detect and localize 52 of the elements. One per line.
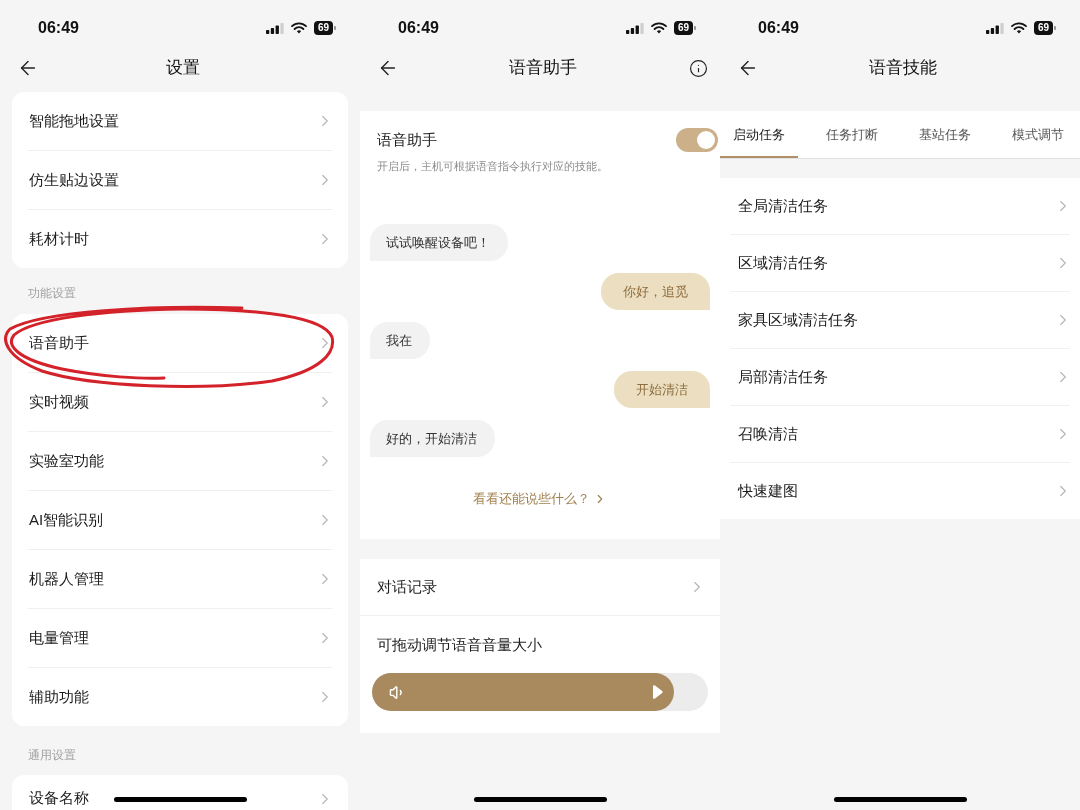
- settings-row[interactable]: 仿生贴边设置: [12, 151, 348, 209]
- skill-row[interactable]: 快速建图: [720, 463, 1080, 519]
- skill-row[interactable]: 召唤清洁: [720, 406, 1080, 462]
- settings-row[interactable]: 电量管理: [12, 609, 348, 667]
- skill-row[interactable]: 全局清洁任务: [720, 178, 1080, 234]
- device-message: 试试唤醒设备吧！: [370, 224, 508, 261]
- volume-label: 可拖动调节语音音量大小: [376, 635, 543, 654]
- info-icon: [689, 58, 708, 78]
- more-phrases-link[interactable]: 看看还能说些什么？: [473, 490, 607, 508]
- settings-row[interactable]: 实时视频: [12, 373, 348, 431]
- device-message: 好的，开始清洁: [370, 420, 495, 457]
- settings-row[interactable]: 实验室功能: [12, 432, 348, 490]
- tab[interactable]: 启动任务: [720, 111, 798, 158]
- user-message: 你好，追觅: [601, 273, 710, 310]
- status-time: 06:49: [38, 20, 79, 36]
- screen-title: 设置: [165, 57, 200, 79]
- battery-indicator: 69: [1033, 21, 1056, 35]
- settings-row[interactable]: 机器人管理: [12, 550, 348, 608]
- skill-row[interactable]: 家具区域清洁任务: [720, 292, 1080, 348]
- toggle-switch[interactable]: [676, 128, 718, 152]
- section-heading: 通用设置: [28, 747, 76, 763]
- info-button[interactable]: [689, 58, 708, 78]
- history-row[interactable]: 对话记录: [360, 559, 720, 615]
- tab[interactable]: 模式调节: [999, 111, 1077, 158]
- section-heading: 功能设置: [28, 285, 76, 301]
- settings-row[interactable]: 耗材计时: [12, 210, 348, 268]
- settings-row[interactable]: 语音助手: [12, 314, 348, 372]
- status-time: 06:49: [758, 20, 799, 36]
- user-message: 开始清洁: [614, 371, 710, 408]
- wifi-icon: [1010, 22, 1027, 34]
- slider-handle[interactable]: [653, 685, 664, 699]
- status-time: 06:49: [398, 20, 439, 36]
- wifi-icon: [650, 22, 667, 34]
- battery-indicator: 69: [673, 21, 696, 35]
- screen-title: 语音技能: [868, 57, 937, 79]
- wifi-icon: [290, 22, 307, 34]
- settings-row[interactable]: 辅助功能: [12, 668, 348, 726]
- signal-icon: [265, 22, 284, 34]
- skill-row[interactable]: 局部清洁任务: [720, 349, 1080, 405]
- settings-row[interactable]: 设备名称: [12, 775, 348, 810]
- tab[interactable]: 基站任务: [906, 111, 984, 158]
- skill-row[interactable]: 区域清洁任务: [720, 235, 1080, 291]
- signal-icon: [625, 22, 644, 34]
- setting-description: 开启后，主机可根据语音指令执行对应的技能。: [377, 159, 608, 173]
- device-message: 我在: [370, 322, 430, 359]
- battery-indicator: 69: [313, 21, 336, 35]
- tab[interactable]: 任务打断: [813, 111, 891, 158]
- settings-row[interactable]: 智能拖地设置: [12, 92, 348, 150]
- settings-row[interactable]: AI智能识别: [12, 491, 348, 549]
- signal-icon: [985, 22, 1004, 34]
- screen-title: 语音助手: [508, 57, 577, 79]
- setting-title: 语音助手: [377, 130, 438, 150]
